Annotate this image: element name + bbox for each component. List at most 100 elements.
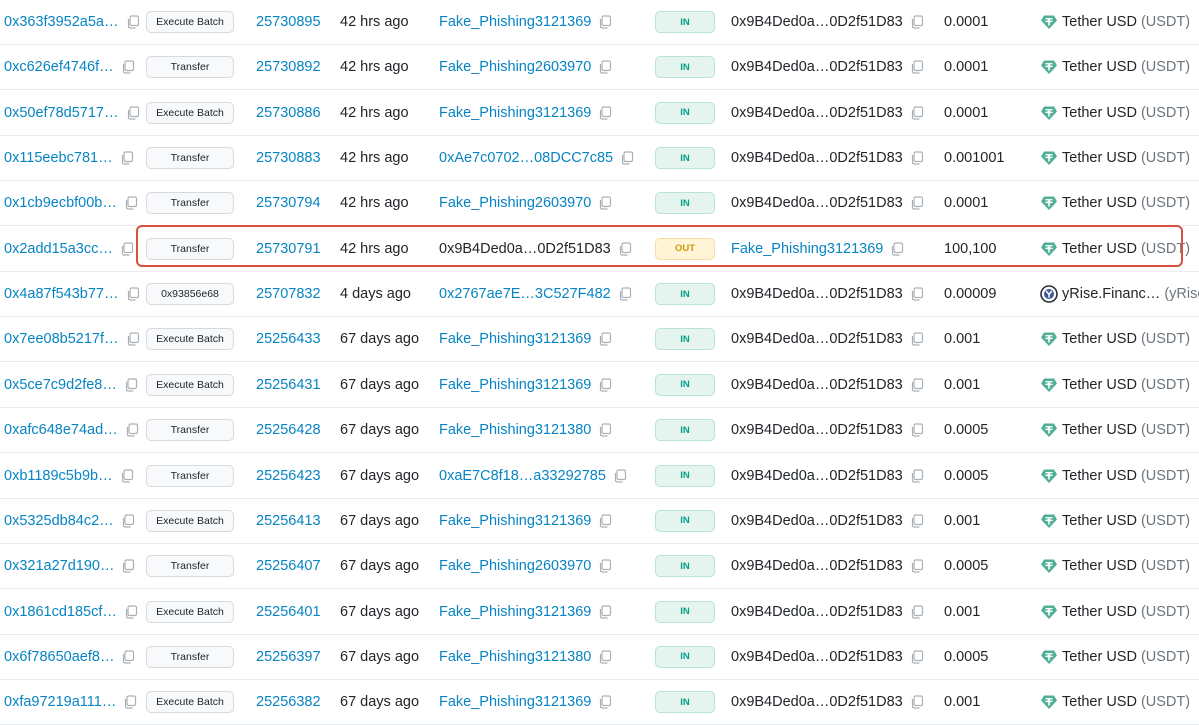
token-name-link[interactable]: Tether USD [1062, 150, 1137, 166]
from-address[interactable]: Fake_Phishing3121380 [439, 649, 591, 665]
copy-icon[interactable] [890, 242, 904, 256]
txn-hash-link[interactable]: 0x321a27d190… [4, 558, 114, 574]
token-name-link[interactable]: Tether USD [1062, 331, 1137, 347]
from-address[interactable]: Fake_Phishing3121369 [439, 604, 591, 620]
from-address[interactable]: Fake_Phishing3121369 [439, 377, 591, 393]
from-address[interactable]: 0x2767ae7E…3C527F482 [439, 286, 611, 302]
txn-hash-link[interactable]: 0xafc648e74ad… [4, 422, 118, 438]
from-address[interactable]: Fake_Phishing3121369 [439, 331, 591, 347]
txn-hash-link[interactable]: 0x363f3952a5a… [4, 14, 119, 30]
from-address[interactable]: Fake_Phishing3121369 [439, 105, 591, 121]
copy-icon[interactable] [618, 242, 632, 256]
txn-hash-link[interactable]: 0x4a87f543b77… [4, 286, 119, 302]
copy-icon[interactable] [598, 106, 612, 120]
copy-icon[interactable] [124, 378, 138, 392]
txn-hash-link[interactable]: 0xfa97219a111… [4, 694, 116, 710]
copy-icon[interactable] [124, 604, 138, 619]
token-name-link[interactable]: Tether USD [1062, 105, 1137, 121]
txn-hash-link[interactable]: 0x7ee08b5217f… [4, 331, 119, 347]
to-address[interactable]: 0x9B4Ded0a…0D2f51D83 [731, 558, 903, 574]
to-address[interactable]: 0x9B4Ded0a…0D2f51D83 [731, 331, 903, 347]
block-link[interactable]: 25256397 [256, 649, 321, 665]
copy-icon[interactable] [121, 559, 135, 573]
copy-icon[interactable] [910, 423, 924, 437]
to-address[interactable]: 0x9B4Ded0a…0D2f51D83 [731, 14, 903, 30]
copy-icon[interactable] [598, 332, 612, 347]
token-name-link[interactable]: Tether USD [1062, 694, 1137, 710]
token-name-link[interactable]: Tether USD [1062, 241, 1137, 257]
copy-icon[interactable] [126, 287, 140, 301]
block-link[interactable]: 25707832 [256, 286, 321, 302]
to-address[interactable]: 0x9B4Ded0a…0D2f51D83 [731, 286, 903, 302]
txn-hash-link[interactable]: 0x6f78650aef8… [4, 649, 114, 665]
copy-icon[interactable] [910, 106, 924, 120]
token-name-link[interactable]: Tether USD [1062, 649, 1137, 665]
copy-icon[interactable] [910, 378, 924, 392]
copy-icon[interactable] [121, 650, 135, 664]
block-link[interactable]: 25256382 [256, 694, 321, 710]
txn-hash-link[interactable]: 0x5ce7c9d2fe8… [4, 377, 117, 393]
to-address[interactable]: 0x9B4Ded0a…0D2f51D83 [731, 513, 903, 529]
copy-icon[interactable] [910, 151, 924, 165]
to-address[interactable]: 0x9B4Ded0a…0D2f51D83 [731, 105, 903, 121]
copy-icon[interactable] [910, 15, 924, 29]
from-address[interactable]: 0xAe7c0702…08DCC7c85 [439, 150, 613, 166]
copy-icon[interactable] [910, 604, 924, 619]
block-link[interactable]: 25256431 [256, 377, 321, 393]
block-link[interactable]: 25256428 [256, 422, 321, 438]
copy-icon[interactable] [598, 695, 612, 709]
copy-icon[interactable] [910, 332, 924, 347]
to-address[interactable]: 0x9B4Ded0a…0D2f51D83 [731, 195, 903, 211]
txn-hash-link[interactable]: 0x1cb9ecbf00b… [4, 195, 117, 211]
copy-icon[interactable] [598, 423, 612, 437]
from-address[interactable]: Fake_Phishing3121380 [439, 422, 591, 438]
to-address[interactable]: 0x9B4Ded0a…0D2f51D83 [731, 468, 903, 484]
to-address[interactable]: 0x9B4Ded0a…0D2f51D83 [731, 422, 903, 438]
copy-icon[interactable] [124, 196, 138, 210]
from-address[interactable]: Fake_Phishing2603970 [439, 558, 591, 574]
to-address[interactable]: 0x9B4Ded0a…0D2f51D83 [731, 150, 903, 166]
copy-icon[interactable] [121, 60, 135, 74]
txn-hash-link[interactable]: 0x115eebc781… [4, 150, 113, 166]
copy-icon[interactable] [121, 514, 135, 528]
token-name-link[interactable]: Tether USD [1062, 59, 1137, 75]
block-link[interactable]: 25730895 [256, 14, 321, 30]
copy-icon[interactable] [598, 60, 612, 74]
copy-icon[interactable] [120, 242, 134, 256]
copy-icon[interactable] [120, 468, 134, 483]
txn-hash-link[interactable]: 0xb1189c5b9b… [4, 468, 113, 484]
txn-hash-link[interactable]: 0x2add15a3cc… [4, 241, 113, 257]
copy-icon[interactable] [126, 15, 140, 29]
copy-icon[interactable] [618, 287, 632, 301]
token-name-link[interactable]: Tether USD [1062, 422, 1137, 438]
copy-icon[interactable] [910, 514, 924, 528]
from-address[interactable]: Fake_Phishing2603970 [439, 59, 591, 75]
block-link[interactable]: 25256433 [256, 331, 321, 347]
txn-hash-link[interactable]: 0xc626ef4746f… [4, 59, 114, 75]
block-link[interactable]: 25730791 [256, 241, 321, 257]
token-name-link[interactable]: Tether USD [1062, 14, 1137, 30]
token-name-link[interactable]: Tether USD [1062, 604, 1137, 620]
copy-icon[interactable] [598, 559, 612, 573]
token-name-link[interactable]: yRise.Financ… [1062, 286, 1160, 302]
copy-icon[interactable] [126, 106, 140, 120]
block-link[interactable]: 25256407 [256, 558, 321, 574]
txn-hash-link[interactable]: 0x5325db84c2… [4, 513, 114, 529]
token-name-link[interactable]: Tether USD [1062, 468, 1137, 484]
block-link[interactable]: 25256423 [256, 468, 321, 484]
token-name-link[interactable]: Tether USD [1062, 558, 1137, 574]
from-address[interactable]: Fake_Phishing2603970 [439, 195, 591, 211]
from-address[interactable]: 0x9B4Ded0a…0D2f51D83 [439, 241, 611, 257]
to-address[interactable]: 0x9B4Ded0a…0D2f51D83 [731, 377, 903, 393]
from-address[interactable]: Fake_Phishing3121369 [439, 694, 591, 710]
to-address[interactable]: 0x9B4Ded0a…0D2f51D83 [731, 59, 903, 75]
block-link[interactable]: 25730794 [256, 195, 321, 211]
token-name-link[interactable]: Tether USD [1062, 513, 1137, 529]
block-link[interactable]: 25730883 [256, 150, 321, 166]
copy-icon[interactable] [910, 695, 924, 709]
copy-icon[interactable] [598, 196, 612, 210]
copy-icon[interactable] [123, 695, 137, 709]
block-link[interactable]: 25730886 [256, 105, 321, 121]
txn-hash-link[interactable]: 0x1861cd185cf… [4, 604, 117, 620]
copy-icon[interactable] [598, 604, 612, 619]
